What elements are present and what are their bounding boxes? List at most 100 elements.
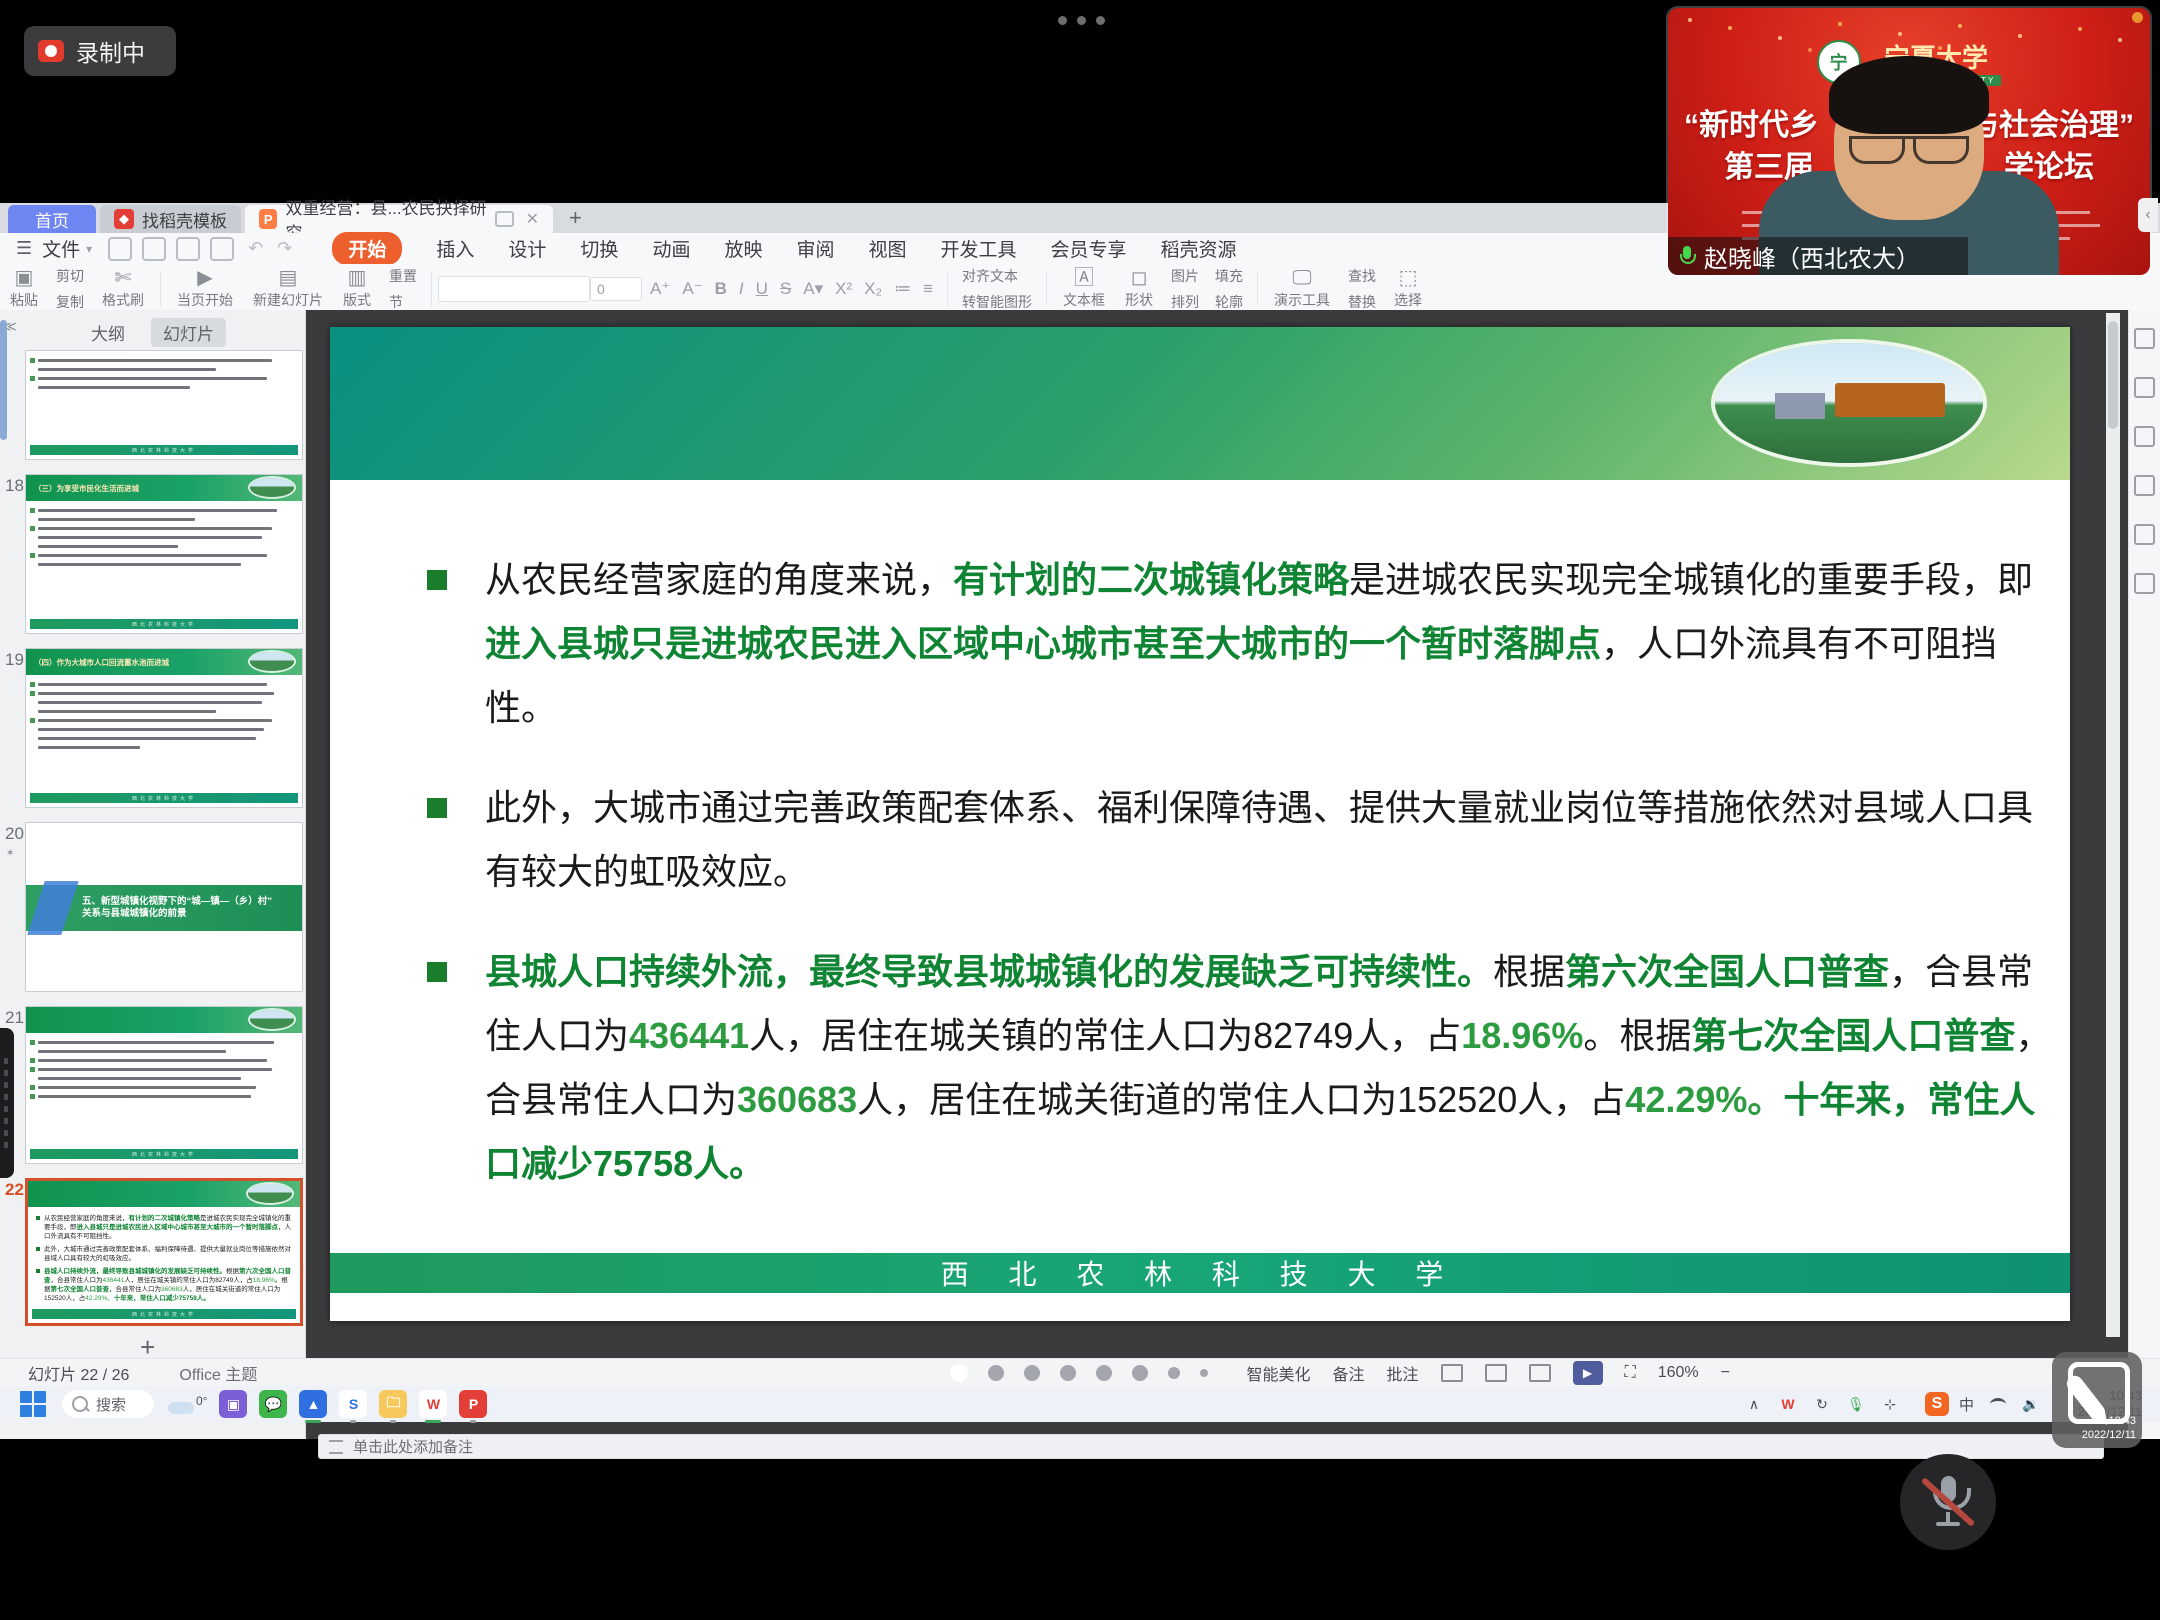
menu-item-2[interactable]: 设计 — [508, 235, 546, 262]
comments-toggle[interactable]: 批注 — [1387, 1361, 1419, 1385]
page-dot-3[interactable] — [1060, 1365, 1076, 1381]
present-tools-button[interactable]: 🖵演示工具 — [1264, 268, 1340, 310]
paste-button[interactable]: ▣粘贴 — [0, 268, 48, 310]
presenter-video[interactable]: 宁 宁夏大学 NINGXIA UNIVERSITY “新时代乡 与社会治理” 第… — [1668, 8, 2150, 275]
tab-slides[interactable]: 幻灯片 — [151, 318, 226, 347]
align-buttons[interactable]: ≡ — [923, 279, 933, 299]
smart-graphic-button[interactable]: 转智能图形 — [962, 292, 1032, 312]
ime-mode[interactable]: 中 — [1959, 1394, 1974, 1415]
annotation-panel[interactable]: 10:43 2022/12/11 — [2052, 1352, 2142, 1448]
slide-thumbnail-22[interactable]: 从农民经营家庭的角度来说，有计划的二次城镇化策略是进城农民实现完全城镇化的重要手… — [25, 1178, 303, 1326]
font-family-select[interactable] — [438, 276, 590, 302]
select-button[interactable]: ⬚选择 — [1384, 268, 1432, 310]
redo-icon[interactable]: ↷ — [277, 238, 292, 259]
superscript-button[interactable]: X² — [835, 279, 852, 299]
beautify-button[interactable]: 智能美化 — [1246, 1361, 1310, 1385]
hamburger-icon[interactable]: ☰ — [16, 238, 32, 259]
taskbar-search[interactable]: 搜索 — [62, 1390, 154, 1418]
textbox-button[interactable]: 🄰文本框 — [1053, 268, 1115, 310]
print-icon[interactable] — [176, 237, 200, 261]
sogou-ime-icon[interactable]: S — [1925, 1392, 1949, 1416]
gallery-page-dots[interactable] — [950, 1364, 1208, 1382]
bold-button[interactable]: B — [715, 279, 727, 299]
video-collapse-arrow[interactable]: ‹ — [2138, 198, 2158, 232]
save-icon[interactable] — [108, 237, 132, 261]
document-tab-1[interactable]: ◆找稻壳模板 — [100, 205, 241, 233]
wps-tray-icon[interactable]: W — [1779, 1395, 1797, 1413]
play-from-current-button[interactable]: ▶当页开始 — [167, 268, 243, 310]
file-menu[interactable]: 文件 — [42, 235, 80, 262]
notes-bar[interactable]: 单击此处添加备注 — [318, 1434, 2104, 1459]
slideshow-button[interactable]: ▶ — [1573, 1361, 1603, 1385]
menu-item-8[interactable]: 开发工具 — [941, 235, 1017, 262]
file-explorer-icon[interactable]: 🗀 — [379, 1390, 407, 1418]
page-dot-6[interactable] — [1168, 1367, 1180, 1379]
slide-canvas[interactable]: 从农民经营家庭的角度来说，有计划的二次城镇化策略是进城农民实现完全城镇化的重要手… — [330, 327, 2070, 1321]
slide-scrollbar-track[interactable] — [2106, 313, 2120, 1337]
preview-icon[interactable] — [210, 237, 234, 261]
page-dot-5[interactable] — [1132, 1365, 1148, 1381]
underline-button[interactable]: U — [756, 279, 768, 299]
mic-tray-icon[interactable]: 🎙 — [1847, 1395, 1865, 1413]
meeting-app-icon[interactable]: ▣ — [219, 1390, 247, 1418]
strikethrough-button[interactable]: S — [780, 279, 791, 299]
copy-button[interactable]: 复制 — [56, 292, 84, 312]
properties-icon[interactable] — [2134, 328, 2155, 349]
notes-toggle[interactable]: 备注 — [1333, 1361, 1365, 1385]
shape-button[interactable]: ◻形状 — [1115, 268, 1163, 310]
meeting-overflow-dots[interactable] — [1058, 16, 1105, 25]
snip-icon[interactable]: ⊹ — [1881, 1395, 1899, 1413]
italic-button[interactable]: I — [739, 279, 744, 299]
wps-office-icon[interactable]: W — [419, 1390, 447, 1418]
slide-thumbnail-21[interactable]: 西北农林科技大学 — [25, 1006, 303, 1164]
normal-view-icon[interactable] — [1441, 1364, 1463, 1382]
align-text-button[interactable]: 对齐文本 — [962, 266, 1032, 286]
document-tab-0[interactable]: 首页 — [8, 205, 96, 233]
close-tab-icon[interactable]: ✕ — [526, 209, 539, 229]
start-button[interactable] — [20, 1391, 46, 1417]
arrange-button[interactable]: 排列 — [1171, 292, 1199, 312]
replace-button[interactable]: 替换 — [1348, 292, 1376, 312]
weather-widget[interactable]: 0° — [168, 1394, 207, 1414]
bullet-list-button[interactable]: ≔ — [894, 279, 911, 299]
sorter-view-icon[interactable] — [1485, 1364, 1507, 1382]
layout-button[interactable]: ▥版式 — [333, 268, 381, 310]
font-shrink-button[interactable]: A⁻ — [682, 279, 702, 299]
tencent-meeting-icon[interactable]: ▲ — [299, 1390, 327, 1418]
page-dot-7[interactable] — [1200, 1369, 1208, 1377]
page-dot-0[interactable] — [950, 1364, 968, 1382]
history-icon[interactable] — [2134, 524, 2155, 545]
sogou-browser-icon[interactable]: S — [339, 1390, 367, 1418]
menu-item-7[interactable]: 视图 — [868, 235, 906, 262]
menu-item-10[interactable]: 稻壳资源 — [1161, 235, 1237, 262]
wifi-icon[interactable] — [1990, 1398, 2006, 1411]
new-slide-button[interactable]: ▤新建幻灯片 — [243, 268, 333, 310]
new-tab-button[interactable]: + — [569, 205, 582, 231]
font-grow-button[interactable]: A⁺ — [650, 279, 670, 299]
design-icon[interactable] — [2134, 426, 2155, 447]
menu-item-4[interactable]: 动画 — [652, 235, 690, 262]
tab-comment-icon[interactable] — [495, 211, 514, 227]
format-painter-button[interactable]: ✄格式刷 — [92, 268, 154, 310]
animation-icon[interactable] — [2134, 377, 2155, 398]
font-size-select[interactable]: 0 — [590, 277, 642, 301]
document-tab-2[interactable]: P双重经营：县...农民抉择研究✕ — [245, 205, 553, 233]
undo-icon[interactable]: ↶ — [248, 238, 263, 259]
reset-button[interactable]: 重置 — [389, 266, 417, 286]
section-button[interactable]: 节 — [389, 292, 417, 312]
slide-scrollbar-thumb[interactable] — [2108, 321, 2118, 429]
pdf-app-icon[interactable]: P — [459, 1390, 487, 1418]
picture-button[interactable]: 图片 — [1171, 266, 1199, 286]
video-window-dot[interactable] — [2132, 12, 2143, 23]
menu-item-9[interactable]: 会员专享 — [1051, 235, 1127, 262]
menu-item-0[interactable]: 开始 — [332, 232, 402, 265]
zoom-out-button[interactable]: − — [1721, 1364, 1730, 1382]
ime-bar[interactable]: S 中 — [1925, 1392, 1974, 1416]
fit-icon[interactable]: ⛶ — [1625, 1364, 1636, 1382]
page-dot-1[interactable] — [988, 1365, 1004, 1381]
menu-item-1[interactable]: 插入 — [436, 235, 474, 262]
menu-item-3[interactable]: 切换 — [580, 235, 618, 262]
font-color-button[interactable]: A▾ — [803, 279, 823, 299]
slide-thumbnail[interactable]: 西北农林科技大学 — [25, 350, 303, 460]
help-icon[interactable] — [2134, 573, 2155, 594]
